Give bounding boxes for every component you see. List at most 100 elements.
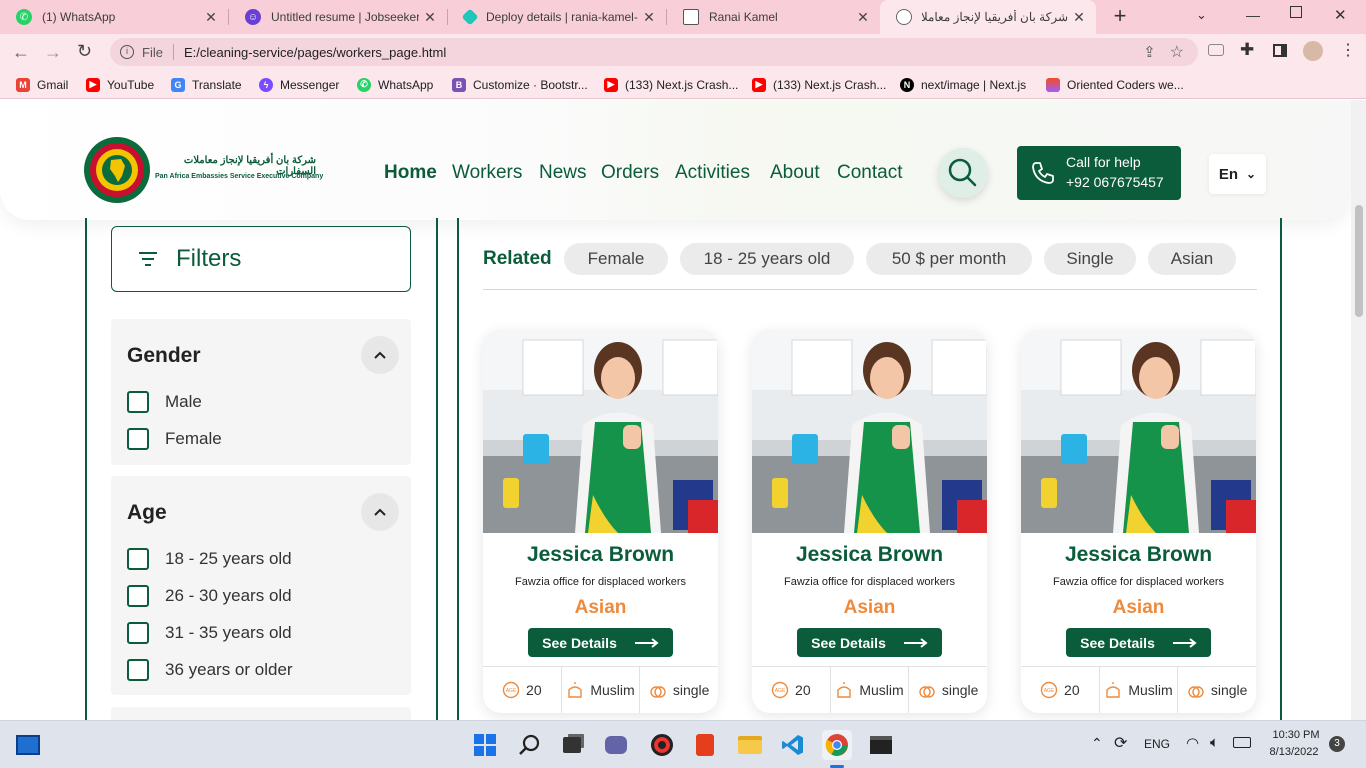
- related-chip-female[interactable]: Female: [564, 243, 668, 275]
- bookmark-whatsapp[interactable]: ✆ WhatsApp: [357, 70, 433, 99]
- search-icon[interactable]: [515, 730, 545, 760]
- nav-workers[interactable]: Workers: [452, 162, 522, 184]
- bookmark-youtube[interactable]: ▶ YouTube: [86, 70, 154, 99]
- show-hidden-icons-chevron-icon[interactable]: ⌃: [1091, 735, 1103, 752]
- tab-ranai-kamel[interactable]: Ranai Kamel ✕: [667, 0, 880, 34]
- widgets-icon[interactable]: [13, 730, 43, 760]
- obs-icon[interactable]: [647, 730, 677, 760]
- nav-home[interactable]: Home: [384, 162, 437, 184]
- restore-button[interactable]: [1290, 6, 1302, 18]
- start-icon[interactable]: [470, 730, 500, 760]
- see-details-button[interactable]: See Details: [528, 628, 673, 657]
- nav-activities[interactable]: Activities: [675, 162, 750, 184]
- filter-option-male[interactable]: Male: [127, 391, 202, 413]
- related-chip-single[interactable]: Single: [1044, 243, 1136, 275]
- bookmark-messenger[interactable]: ϟ Messenger: [259, 70, 339, 99]
- site-header: شركة بان أفريقيا لإنجاز معاملات السفارات…: [0, 100, 1351, 220]
- url-text[interactable]: E:/cleaning-service/pages/workers_page.h…: [184, 45, 446, 60]
- filter-option-female[interactable]: Female: [127, 428, 222, 450]
- input-language[interactable]: ENG: [1144, 737, 1170, 751]
- language-select[interactable]: En ⌄: [1209, 154, 1266, 194]
- bookmark-nextjs-image[interactable]: Nnext/image | Next.js: [900, 70, 1026, 99]
- task-view-icon[interactable]: [557, 730, 587, 760]
- camera-icon[interactable]: [1208, 44, 1224, 56]
- bookmark-translate[interactable]: G Translate: [171, 70, 242, 99]
- checkbox[interactable]: [127, 428, 149, 450]
- nav-news[interactable]: News: [539, 162, 587, 184]
- filter-option-age-36-plus[interactable]: 36 years or older: [127, 659, 293, 681]
- wifi-icon[interactable]: ◠: [1186, 734, 1199, 752]
- clock-date[interactable]: 8/13/2022: [1262, 746, 1326, 758]
- volume-icon[interactable]: 🔈︎: [1210, 734, 1219, 751]
- share-icon[interactable]: ⇪: [1143, 43, 1156, 61]
- close-tab-icon[interactable]: ✕: [1068, 9, 1090, 26]
- chevron-up-icon[interactable]: [361, 336, 399, 374]
- scrollbar-thumb[interactable]: [1355, 205, 1363, 317]
- close-tab-icon[interactable]: ✕: [852, 9, 874, 26]
- call-for-help-button[interactable]: Call for help +92 067675457: [1017, 146, 1181, 200]
- related-chip-price[interactable]: 50 $ per month: [866, 243, 1032, 275]
- checkbox[interactable]: [127, 585, 149, 607]
- checkbox[interactable]: [127, 548, 149, 570]
- tab-whatsapp[interactable]: ✆ (1) WhatsApp ✕: [0, 0, 228, 34]
- close-window-button[interactable]: ✕: [1334, 6, 1347, 24]
- search-button[interactable]: [938, 148, 988, 198]
- notification-badge[interactable]: 3: [1329, 736, 1345, 752]
- chevron-up-icon[interactable]: [361, 493, 399, 531]
- vscode-icon[interactable]: [778, 730, 808, 760]
- vertical-scrollbar[interactable]: [1351, 100, 1366, 720]
- new-tab-button[interactable]: +: [1108, 5, 1132, 29]
- nav-orders[interactable]: Orders: [601, 162, 659, 184]
- bookmark-bootstrap[interactable]: B Customize · Bootstr...: [452, 70, 588, 99]
- worker-card[interactable]: Jessica Brown Fawzia office for displace…: [1021, 330, 1256, 713]
- related-chip-age[interactable]: 18 - 25 years old: [680, 243, 854, 275]
- see-details-button[interactable]: See Details: [1066, 628, 1211, 657]
- sync-icon[interactable]: ⟳: [1114, 733, 1127, 753]
- back-arrow-icon[interactable]: ←: [12, 42, 30, 63]
- close-tab-icon[interactable]: ✕: [419, 9, 441, 26]
- office-icon[interactable]: [690, 730, 720, 760]
- file-explorer-icon[interactable]: [735, 730, 765, 760]
- close-tab-icon[interactable]: ✕: [200, 9, 222, 26]
- related-chip-asian[interactable]: Asian: [1148, 243, 1236, 275]
- bookmark-star-icon[interactable]: ☆: [1170, 42, 1184, 62]
- filters-button[interactable]: Filters: [111, 226, 411, 292]
- company-logo-icon[interactable]: [83, 136, 151, 204]
- arrow-right-icon: [903, 637, 928, 648]
- chrome-icon[interactable]: [822, 730, 852, 760]
- extensions-icon[interactable]: ✚: [1240, 40, 1254, 60]
- info-icon[interactable]: i: [120, 45, 134, 59]
- close-tab-icon[interactable]: ✕: [638, 9, 660, 26]
- filter-option-age-18-25[interactable]: 18 - 25 years old: [127, 548, 292, 570]
- address-bar[interactable]: i File E:/cleaning-service/pages/workers…: [110, 38, 1198, 66]
- worker-card[interactable]: Jessica Brown Fawzia office for displace…: [483, 330, 718, 713]
- filter-option-age-26-30[interactable]: 26 - 30 years old: [127, 585, 292, 607]
- nav-about[interactable]: About: [770, 162, 820, 184]
- bookmark-oriented-coders[interactable]: Oriented Coders we...: [1046, 70, 1184, 99]
- menu-kebab-icon[interactable]: ⋮: [1340, 40, 1356, 60]
- tab-active-site[interactable]: شركة بان أفريقيا لإنجاز معاملات ✕: [880, 0, 1096, 34]
- profile-avatar[interactable]: [1303, 41, 1323, 61]
- tab-search-chevron-icon[interactable]: ⌄: [1196, 7, 1207, 23]
- bookmark-gmail[interactable]: M Gmail: [16, 70, 68, 99]
- bookmark-nextjs-crash-2[interactable]: ▶ (133) Next.js Crash...: [752, 70, 886, 99]
- minimize-button[interactable]: —: [1246, 7, 1260, 23]
- tab-netlify[interactable]: Deploy details | rania-kamel- ✕: [448, 0, 666, 34]
- battery-icon[interactable]: [1233, 737, 1251, 748]
- checkbox[interactable]: [127, 622, 149, 644]
- checkbox[interactable]: [127, 391, 149, 413]
- reload-icon[interactable]: ↻: [77, 41, 92, 62]
- nav-contact[interactable]: Contact: [837, 162, 902, 184]
- forward-arrow-icon[interactable]: →: [44, 42, 62, 63]
- bookmark-label: Messenger: [280, 77, 340, 92]
- clock-time[interactable]: 10:30 PM: [1266, 729, 1326, 741]
- see-details-button[interactable]: See Details: [797, 628, 942, 657]
- checkbox[interactable]: [127, 659, 149, 681]
- teams-chat-icon[interactable]: [601, 730, 631, 760]
- filter-option-age-31-35[interactable]: 31 - 35 years old: [127, 622, 292, 644]
- worker-card[interactable]: Jessica Brown Fawzia office for displace…: [752, 330, 987, 713]
- tab-jobseeker[interactable]: ☺ Untitled resume | Jobseeker ✕: [229, 0, 447, 34]
- side-panel-icon[interactable]: [1273, 44, 1287, 57]
- bookmark-nextjs-crash-1[interactable]: ▶ (133) Next.js Crash...: [604, 70, 738, 99]
- terminal-icon[interactable]: [866, 730, 896, 760]
